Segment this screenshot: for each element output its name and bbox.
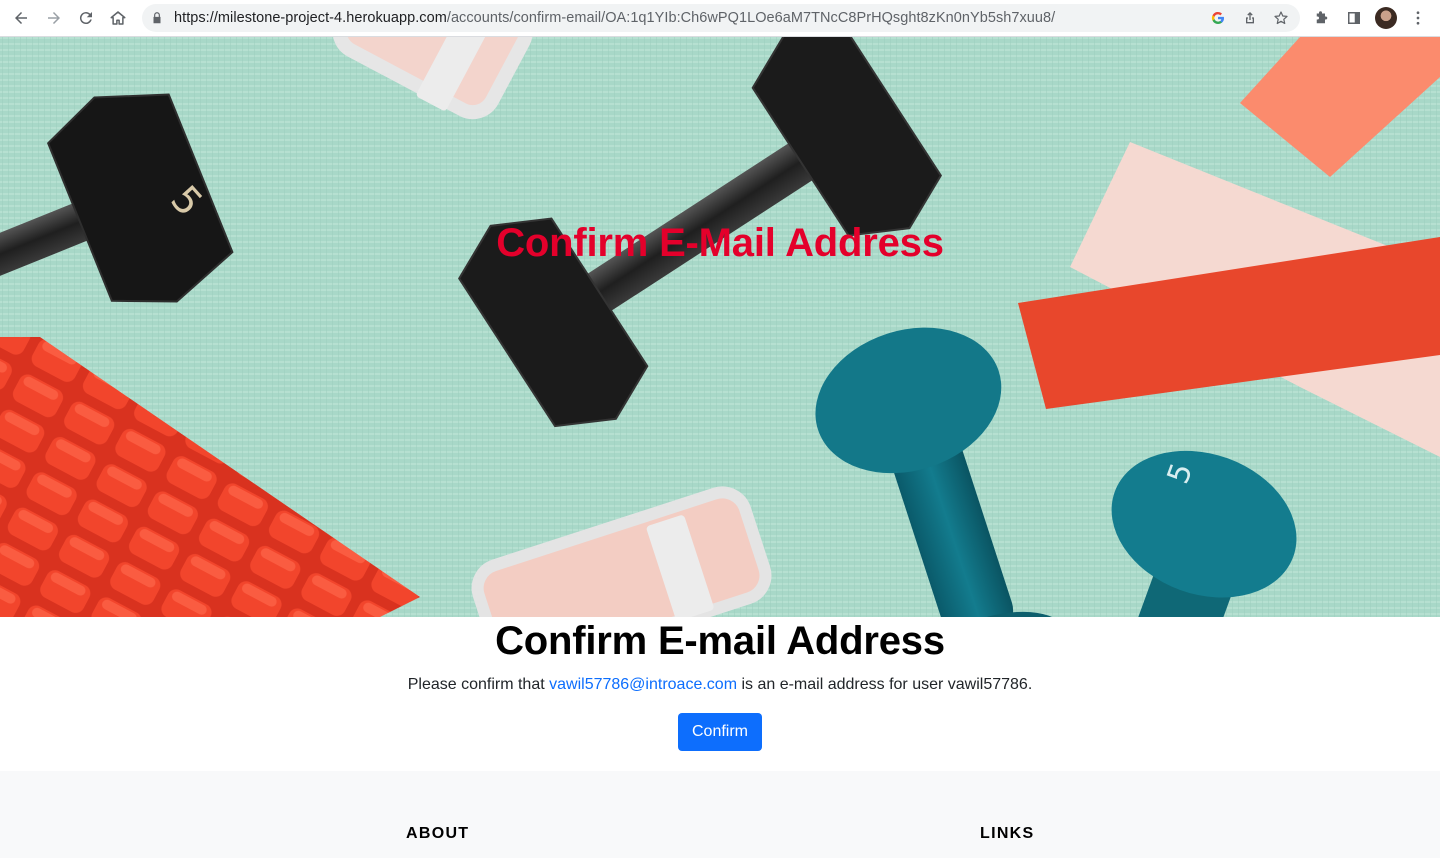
forward-icon[interactable] <box>42 6 66 30</box>
reload-icon[interactable] <box>74 6 98 30</box>
star-icon[interactable] <box>1272 9 1290 27</box>
hero-image: 5 5 <box>0 37 1440 617</box>
sidebar-icon[interactable] <box>1342 6 1366 30</box>
share-icon[interactable] <box>1241 9 1259 27</box>
url-path: /accounts/confirm-email/OA:1q1YIb:Ch6wPQ… <box>446 10 1056 26</box>
back-icon[interactable] <box>9 6 33 30</box>
menu-icon[interactable] <box>1406 6 1430 30</box>
email-link[interactable]: vawil57786@introace.com <box>549 676 737 693</box>
avatar[interactable] <box>1375 7 1397 29</box>
confirm-text-after: is an e-mail address for user vawil57786… <box>737 676 1033 693</box>
address-bar[interactable]: https://milestone-project-4.herokuapp.co… <box>142 4 1300 32</box>
hero-banner: 5 5 Confirm E-Mail Address <box>0 37 1440 617</box>
home-icon[interactable] <box>106 6 130 30</box>
footer-links-heading: LINKS <box>980 825 1035 842</box>
footer: ABOUT LINKS <box>0 771 1440 858</box>
extensions-icon[interactable] <box>1310 6 1334 30</box>
footer-about-heading: ABOUT <box>406 825 470 842</box>
page-title: Confirm E-mail Address <box>495 619 945 663</box>
url-text[interactable]: https://milestone-project-4.herokuapp.co… <box>174 10 1055 26</box>
browser-toolbar: https://milestone-project-4.herokuapp.co… <box>0 0 1440 37</box>
hero-title: Confirm E-Mail Address <box>496 221 944 265</box>
url-host: https://milestone-project-4.herokuapp.co… <box>174 10 447 26</box>
google-icon[interactable] <box>1209 9 1227 27</box>
confirm-button[interactable]: Confirm <box>678 713 762 751</box>
confirm-message: Please confirm that vawil57786@introace.… <box>0 674 1440 696</box>
lock-icon[interactable] <box>150 11 164 25</box>
confirm-text-before: Please confirm that <box>407 676 550 693</box>
